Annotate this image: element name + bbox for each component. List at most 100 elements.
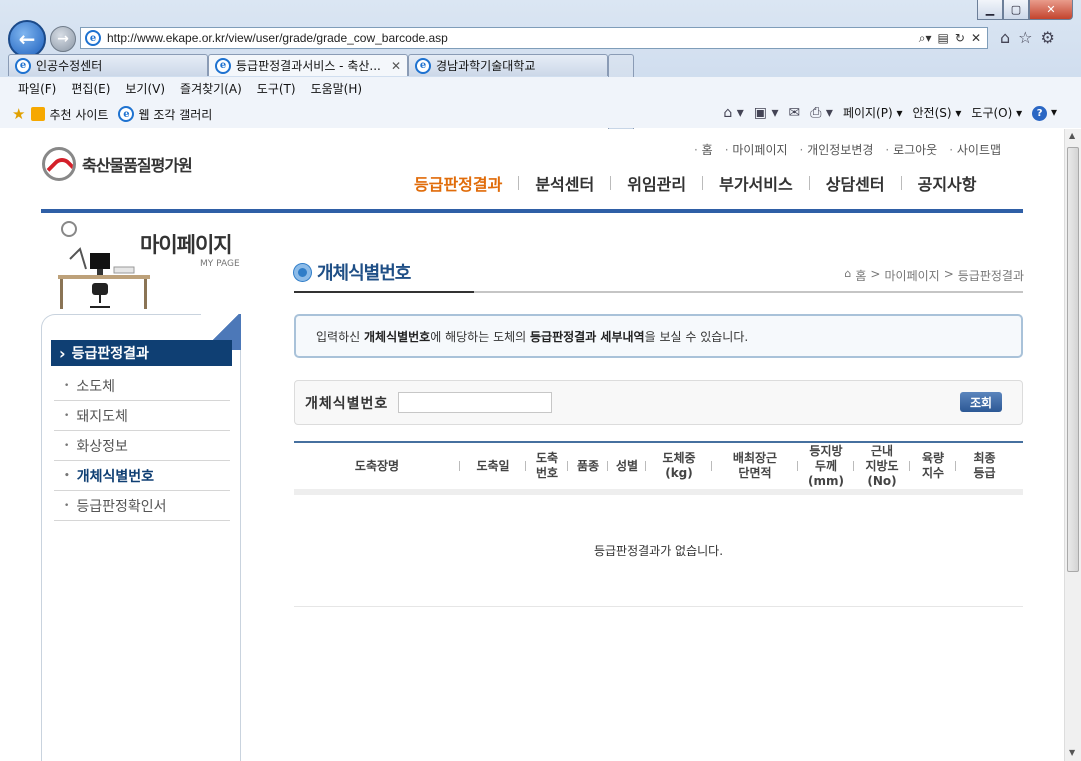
- sidebar-section-header[interactable]: 등급판정결과: [51, 340, 232, 366]
- ie-tab-icon: e: [215, 57, 231, 74]
- breadcrumb-separator: >: [943, 267, 954, 281]
- nav-notices[interactable]: 공지사항: [902, 171, 993, 195]
- logo-mark-icon: [42, 147, 76, 181]
- column-header: 육량 지수: [910, 440, 956, 492]
- scroll-up-icon[interactable]: ▲: [1069, 131, 1075, 140]
- global-nav: 등급판정결과 분석센터 위임관리 부가서비스 상담센터 공지사항: [414, 171, 993, 195]
- column-header: 등지방 두께 (mm): [798, 440, 854, 492]
- title-rule-accent: [294, 291, 474, 293]
- column-header: 품종: [568, 440, 608, 492]
- address-url[interactable]: http://www.ekape.or.kr/view/user/grade/g…: [107, 31, 448, 45]
- stop-icon[interactable]: ✕: [971, 31, 981, 46]
- sidebar-menu: 등급판정결과 소도체 돼지도체 화상정보 개체식별번호 등급판정확인서: [41, 314, 241, 761]
- sidebar-item-grade-certificate[interactable]: 등급판정확인서: [54, 491, 230, 521]
- command-label: 도구(O): [971, 106, 1013, 120]
- command-bar: ⌂ ▾ ▣ ▾ ✉ ⎙ ▾ 페이지(P) ▾ 안전(S) ▾ 도구(O) ▾ ?…: [723, 104, 1057, 121]
- tab-0[interactable]: e 인공수정센터: [8, 54, 208, 76]
- util-link-sitemap[interactable]: 사이트맵: [949, 141, 1001, 158]
- sidebar-title-block: 마이페이지 MY PAGE: [56, 219, 246, 311]
- forward-button[interactable]: →: [50, 26, 76, 52]
- nav-grade-result[interactable]: 등급판정결과: [414, 171, 518, 195]
- title-rule: [294, 291, 1023, 293]
- tab-label: 등급판정결과서비스 - 축산...: [236, 59, 381, 73]
- nav-extra-services[interactable]: 부가서비스: [703, 171, 809, 195]
- favorite-recommended-sites[interactable]: 추천 사이트: [31, 106, 108, 123]
- breadcrumb-separator: >: [870, 267, 881, 281]
- back-button[interactable]: ←: [8, 20, 46, 58]
- favorite-web-slice-gallery[interactable]: e웹 조각 갤러리: [118, 106, 212, 123]
- menu-file[interactable]: 파일(F): [18, 80, 56, 97]
- mail-icon[interactable]: ✉: [789, 105, 801, 121]
- breadcrumb-home[interactable]: 홈: [855, 267, 866, 284]
- info-emphasis: 등급판정결과 세부내역: [530, 329, 645, 344]
- util-link-home[interactable]: 홈: [694, 141, 713, 158]
- close-window-button[interactable]: ✕: [1029, 0, 1073, 20]
- tab-2[interactable]: e 경남과학기술대학교: [408, 54, 608, 76]
- sidebar-item-image-info[interactable]: 화상정보: [54, 431, 230, 461]
- menu-edit[interactable]: 편집(E): [71, 80, 110, 97]
- gear-icon[interactable]: ⚙: [1041, 28, 1055, 47]
- util-link-logout[interactable]: 로그아웃: [885, 141, 937, 158]
- info-box: 입력하신 개체식별번호에 해당하는 도체의 등급판정결과 세부내역을 보실 수 …: [294, 314, 1023, 358]
- menu-tools[interactable]: 도구(T): [257, 80, 296, 97]
- breadcrumb-mypage[interactable]: 마이페이지: [884, 267, 939, 284]
- site-logo[interactable]: 축산물품질평가원: [42, 147, 193, 181]
- address-bar[interactable]: e http://www.ekape.or.kr/view/user/grade…: [80, 27, 988, 49]
- help-command[interactable]: ? ▾: [1032, 105, 1057, 121]
- breadcrumb-current: 등급판정결과: [957, 269, 1024, 283]
- column-header: 배최장근 단면적: [712, 440, 798, 492]
- ie-tab-icon: e: [15, 57, 31, 74]
- suggested-sites-icon: [31, 107, 46, 121]
- rss-icon[interactable]: ▣ ▾: [754, 105, 779, 121]
- print-icon[interactable]: ⎙ ▾: [810, 105, 833, 121]
- menu-view[interactable]: 보기(V): [125, 80, 165, 97]
- utility-links: 홈 마이페이지 개인정보변경 로그아웃 사이트맵: [694, 141, 1001, 158]
- home-icon: ⌂: [844, 267, 852, 280]
- sidebar-subtitle: MY PAGE: [200, 259, 240, 269]
- util-link-mypage[interactable]: 마이페이지: [725, 141, 787, 158]
- ie-tab-icon: e: [415, 57, 431, 74]
- command-safety[interactable]: 안전(S) ▾: [913, 104, 962, 121]
- breadcrumb: ⌂ 홈 > 마이페이지 > 등급판정결과: [844, 267, 1024, 284]
- column-header: 도축장명: [294, 440, 460, 492]
- individual-id-input[interactable]: [398, 392, 553, 413]
- home-icon[interactable]: ⌂: [1000, 28, 1010, 47]
- favorites-star-icon[interactable]: ☆: [1018, 28, 1032, 47]
- menu-favorites[interactable]: 즐겨찾기(A): [180, 80, 242, 97]
- refresh-icon[interactable]: ↻: [955, 31, 965, 46]
- scroll-down-icon[interactable]: ▼: [1069, 748, 1075, 757]
- column-header: 도체중 (kg): [646, 440, 712, 492]
- command-label: 페이지(P): [842, 106, 893, 120]
- favorites-star-icon[interactable]: ★: [12, 105, 25, 123]
- menu-help[interactable]: 도움말(H): [311, 80, 363, 97]
- sidebar-title: 마이페이지: [140, 233, 233, 257]
- util-link-profile[interactable]: 개인정보변경: [800, 141, 873, 158]
- menu-bar: 파일(F) 편집(E) 보기(V) 즐겨찾기(A) 도구(T) 도움말(H): [0, 77, 1081, 100]
- tab-label: 경남과학기술대학교: [436, 59, 536, 73]
- sidebar-item-carcass-cattle[interactable]: 소도체: [54, 371, 230, 401]
- search-panel: 개체식별번호 조회: [294, 380, 1023, 425]
- column-header: 근내 지방도 (No): [854, 440, 910, 492]
- page-title: 개체식별번호: [317, 263, 411, 284]
- sidebar-item-individual-id[interactable]: 개체식별번호: [54, 461, 230, 491]
- nav-delegation[interactable]: 위임관리: [611, 171, 702, 195]
- compat-view-icon[interactable]: ▤: [938, 31, 949, 46]
- nav-analysis-center[interactable]: 분석센터: [519, 171, 610, 195]
- home-icon[interactable]: ⌂ ▾: [723, 105, 743, 121]
- tab-label: 인공수정센터: [36, 59, 103, 73]
- minimize-button[interactable]: ▁: [977, 0, 1003, 20]
- lookup-button[interactable]: 조회: [960, 392, 1002, 412]
- nav-consulting[interactable]: 상담센터: [810, 171, 901, 195]
- maximize-button[interactable]: ▢: [1003, 0, 1029, 20]
- header-rule: [41, 209, 1023, 213]
- command-tools[interactable]: 도구(O) ▾: [971, 104, 1022, 121]
- info-part: 입력하신: [316, 329, 364, 344]
- ie-icon: e: [118, 106, 135, 122]
- command-page[interactable]: 페이지(P) ▾: [843, 104, 903, 121]
- search-icon[interactable]: ⌕▾: [919, 31, 932, 46]
- tab-1[interactable]: e 등급판정결과서비스 - 축산... ✕: [208, 54, 408, 76]
- vertical-scrollbar[interactable]: ▲ ▼: [1064, 129, 1081, 761]
- sidebar-item-carcass-pig[interactable]: 돼지도체: [54, 401, 230, 431]
- scroll-thumb[interactable]: [1067, 147, 1079, 572]
- close-tab-icon[interactable]: ✕: [391, 59, 401, 73]
